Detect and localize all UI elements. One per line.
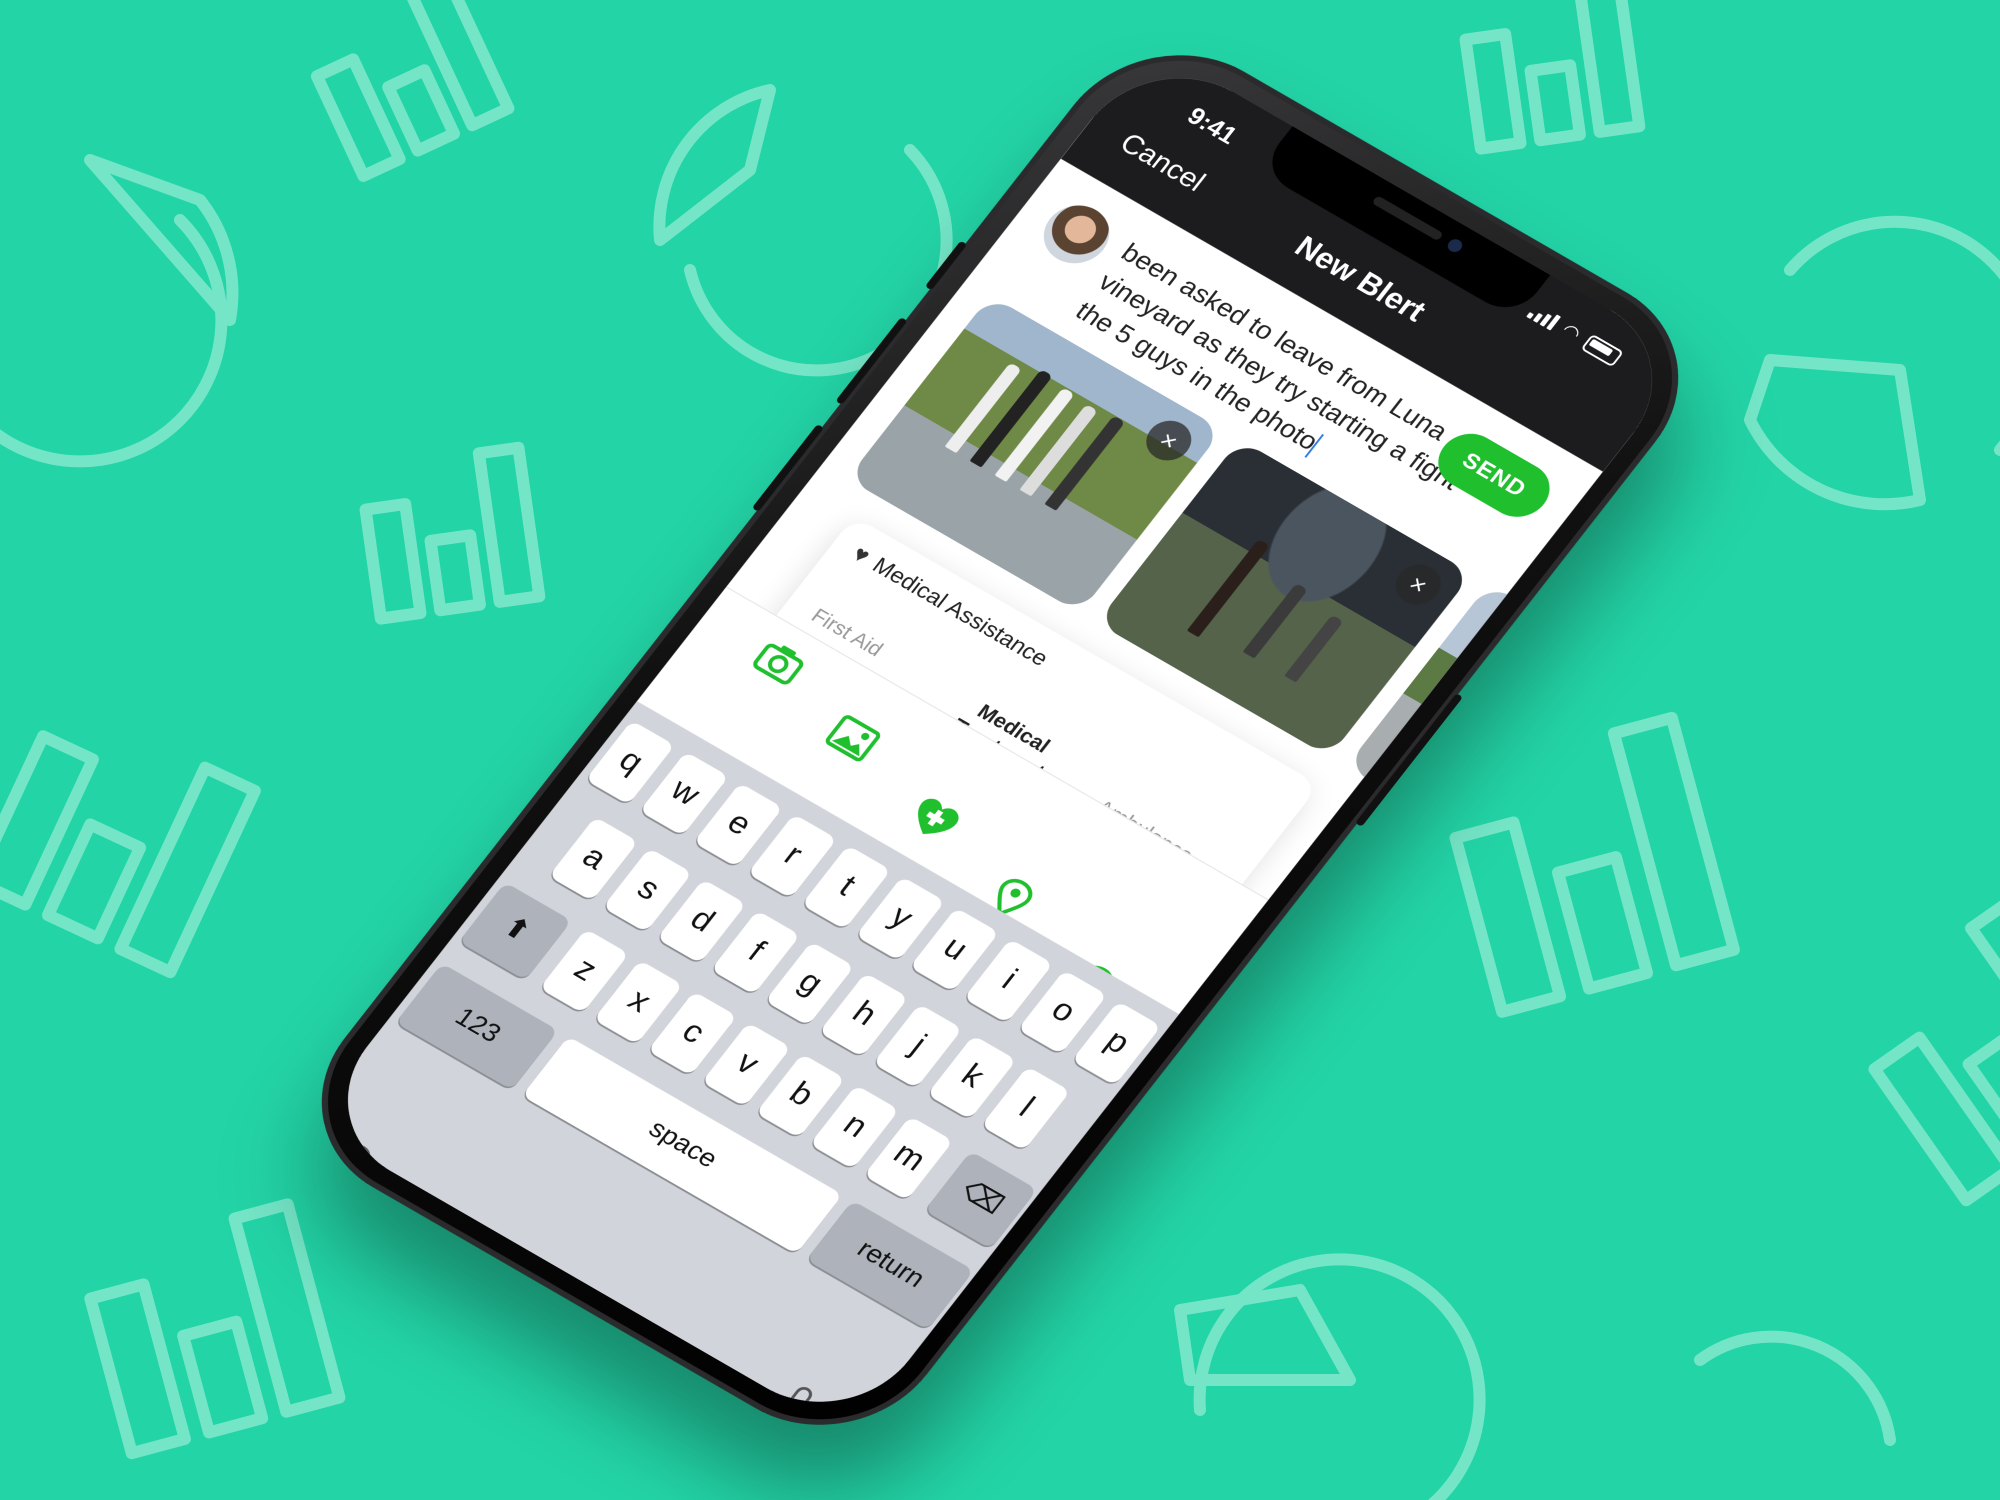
photo-figure <box>1284 614 1344 683</box>
status-time: 9:41 <box>1181 101 1243 150</box>
front-camera <box>1445 236 1466 255</box>
camera-icon[interactable] <box>742 636 810 696</box>
battery-icon <box>1580 333 1625 367</box>
remove-photo-button[interactable]: × <box>1386 557 1450 612</box>
medical-heart-icon: ♥ <box>847 541 876 569</box>
signal-icon <box>1526 302 1561 330</box>
image-icon[interactable] <box>816 712 884 772</box>
medical-heart-icon[interactable] <box>897 792 966 854</box>
remove-photo-button[interactable]: × <box>1137 413 1201 468</box>
wifi-icon: ◠ <box>1557 319 1585 346</box>
photo-figure <box>1242 582 1309 659</box>
photo-figure <box>1186 538 1271 638</box>
avatar <box>1030 194 1123 275</box>
status-icons: ◠ <box>1524 300 1626 369</box>
